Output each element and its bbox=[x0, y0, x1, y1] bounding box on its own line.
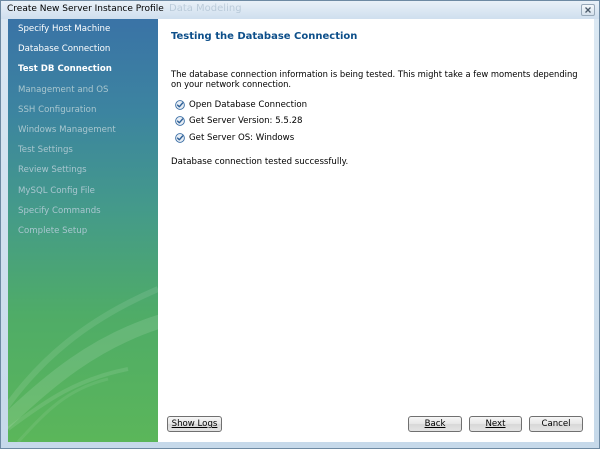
check-get-server-os: Get Server OS: Windows bbox=[175, 132, 294, 144]
description-text: The database connection information is b… bbox=[171, 69, 578, 89]
close-icon bbox=[585, 7, 591, 13]
step-specify-host-machine: Specify Host Machine bbox=[18, 24, 111, 34]
close-window-button[interactable] bbox=[581, 4, 595, 16]
window-right-border bbox=[594, 19, 599, 442]
check-label: Get Server Version: 5.5.28 bbox=[189, 116, 303, 126]
show-logs-button[interactable]: Show Logs bbox=[167, 416, 222, 432]
show-logs-label: Show Logs bbox=[171, 419, 218, 429]
window-title: Create New Server Instance Profile bbox=[7, 4, 164, 14]
check-circle-icon bbox=[175, 100, 185, 110]
cancel-label: Cancel bbox=[541, 419, 571, 429]
wizard-steps-list: Specify Host Machine Database Connection… bbox=[8, 19, 158, 241]
check-open-database-connection: Open Database Connection bbox=[175, 99, 307, 111]
wizard-window: Create New Server Instance Profile Data … bbox=[0, 0, 600, 449]
step-database-connection: Database Connection bbox=[18, 44, 111, 55]
next-label: Next bbox=[485, 419, 506, 429]
back-label: Back bbox=[424, 419, 446, 429]
back-button[interactable]: Back bbox=[408, 416, 462, 432]
step-complete-setup: Complete Setup bbox=[18, 225, 88, 236]
status-message: Database connection tested successfully. bbox=[171, 157, 349, 167]
title-bar[interactable]: Create New Server Instance Profile Data … bbox=[1, 1, 599, 19]
check-circle-icon bbox=[175, 133, 185, 143]
step-specify-commands: Specify Commands bbox=[18, 205, 101, 216]
step-test-settings: Test Settings bbox=[18, 145, 73, 156]
step-mysql-config-file: MySQL Config File bbox=[18, 185, 95, 196]
step-windows-management: Windows Management bbox=[18, 124, 116, 135]
check-circle-icon bbox=[175, 116, 185, 126]
next-button[interactable]: Next bbox=[469, 416, 522, 432]
check-get-server-version: Get Server Version: 5.5.28 bbox=[175, 115, 303, 127]
background-window-title: Data Modeling bbox=[169, 3, 242, 14]
page-title: Testing the Database Connection bbox=[171, 31, 358, 42]
check-label: Get Server OS: Windows bbox=[189, 133, 295, 143]
cancel-button[interactable]: Cancel bbox=[529, 416, 583, 432]
step-review-settings: Review Settings bbox=[18, 165, 87, 176]
wizard-steps-sidebar: Specify Host Machine Database Connection… bbox=[8, 19, 158, 442]
check-label: Open Database Connection bbox=[189, 100, 308, 110]
step-test-db-connection: Test DB Connection bbox=[18, 64, 112, 75]
step-ssh-configuration: SSH Configuration bbox=[18, 104, 97, 115]
wizard-content-panel: Testing the Database Connection The data… bbox=[158, 19, 594, 442]
step-management-and-os: Management and OS bbox=[18, 84, 109, 95]
